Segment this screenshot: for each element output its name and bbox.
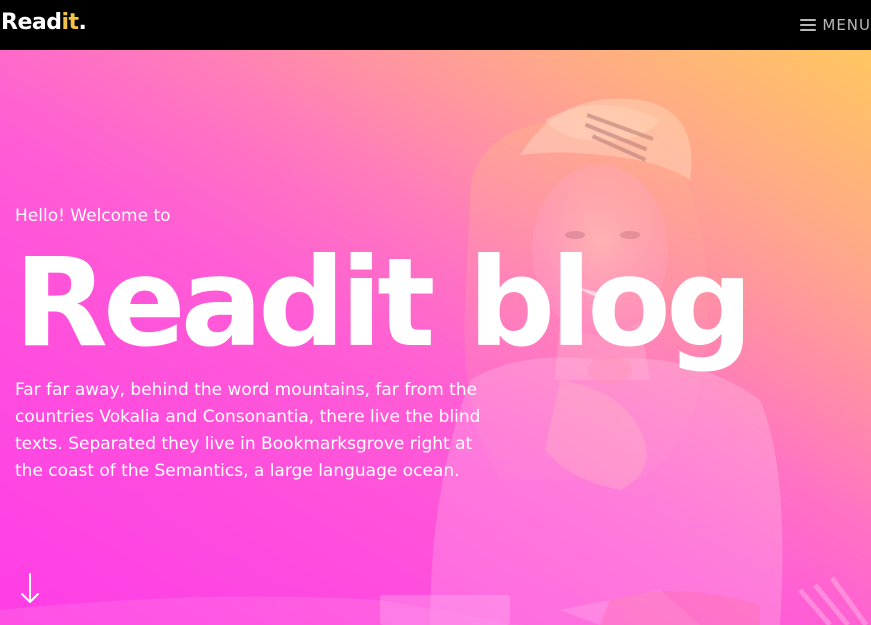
logo-text-accent: it [61,10,79,35]
logo-text-dot: . [78,10,87,35]
hero-section: Hello! Welcome to Readit blog Far far aw… [0,50,871,625]
navbar: Readit. MENU [0,0,871,50]
hamburger-icon [800,19,817,31]
hero-subtitle: Hello! Welcome to [15,206,171,226]
arrow-down-icon[interactable] [18,572,42,604]
logo-text-main: Read [1,10,62,35]
hero-description: Far far away, behind the word mountains,… [15,380,481,481]
menu-button[interactable]: MENU [800,14,871,36]
hero-title: Readit blog [14,232,753,374]
menu-label: MENU [822,16,871,34]
logo-link[interactable]: Readit. [1,10,87,36]
